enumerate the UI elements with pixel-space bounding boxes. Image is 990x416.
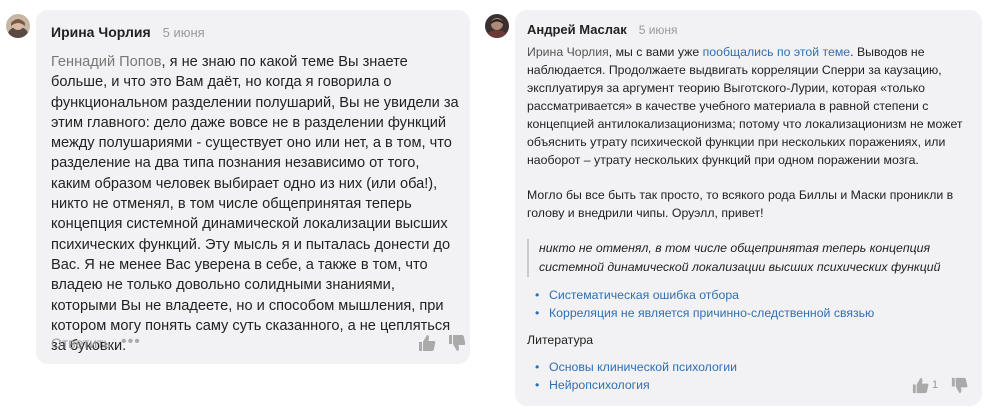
comment-body: Геннадий Попов, я не знаю по какой теме …	[51, 52, 461, 356]
topic-link[interactable]: пообщались по этой теме	[703, 45, 851, 59]
avatar-irina[interactable]	[6, 14, 30, 38]
quote-block: никто не отменял, в том числе общепринят…	[527, 239, 967, 277]
comment-footer: 1	[527, 376, 974, 400]
more-icon[interactable]: •••	[121, 333, 141, 351]
thumbs-up-icon[interactable]	[911, 376, 930, 400]
comment-footer: Ответить •••	[51, 333, 466, 358]
comment-date: 5 июня	[162, 25, 205, 40]
literature-label: Литература	[527, 333, 594, 347]
thumbs-up-icon[interactable]	[417, 333, 437, 358]
comment-body: Ирина Чорлия, мы с вами уже пообщались п…	[527, 43, 967, 394]
reply-button[interactable]: Ответить	[51, 335, 111, 351]
link-correlation-causation[interactable]: Корреляция не является причинно-следстве…	[549, 306, 874, 320]
list-item: Систематическая ошибка отбора	[535, 286, 967, 304]
link-clinical-psychology[interactable]: Основы клинической психологии	[549, 360, 737, 374]
author-name[interactable]: Ирина Чорлия	[51, 24, 151, 40]
links-list: Систематическая ошибка отбора Корреляция…	[527, 286, 967, 322]
comment-header: Андрей Маслак 5 июня	[527, 22, 678, 37]
paragraph-2: Могло бы все быть так просто, то всякого…	[527, 188, 954, 220]
comment-header: Ирина Чорлия 5 июня	[51, 24, 205, 40]
mention[interactable]: Ирина Чорлия	[527, 45, 609, 59]
thumbs-down-icon[interactable]	[447, 333, 467, 358]
list-item: Основы клинической психологии	[535, 358, 967, 376]
comment-card-irina: Ирина Чорлия 5 июня Геннадий Попов, я не…	[36, 10, 470, 364]
list-item: Корреляция не является причинно-следстве…	[535, 304, 967, 322]
comment-text: , я не знаю по какой теме Вы знаете боль…	[51, 54, 459, 355]
paragraph-1: Ирина Чорлия, мы с вами уже пообщались п…	[527, 45, 963, 167]
likes-count: 1	[932, 379, 939, 391]
comment-date: 5 июня	[638, 23, 678, 37]
thumbs-down-icon[interactable]	[950, 376, 969, 400]
link-selection-bias[interactable]: Систематическая ошибка отбора	[549, 288, 739, 302]
mention[interactable]: Геннадий Попов	[51, 54, 162, 70]
comment-card-andrey: Андрей Маслак 5 июня Ирина Чорлия, мы с …	[515, 10, 982, 406]
avatar-andrey[interactable]	[485, 14, 509, 38]
author-name[interactable]: Андрей Маслак	[527, 22, 627, 37]
